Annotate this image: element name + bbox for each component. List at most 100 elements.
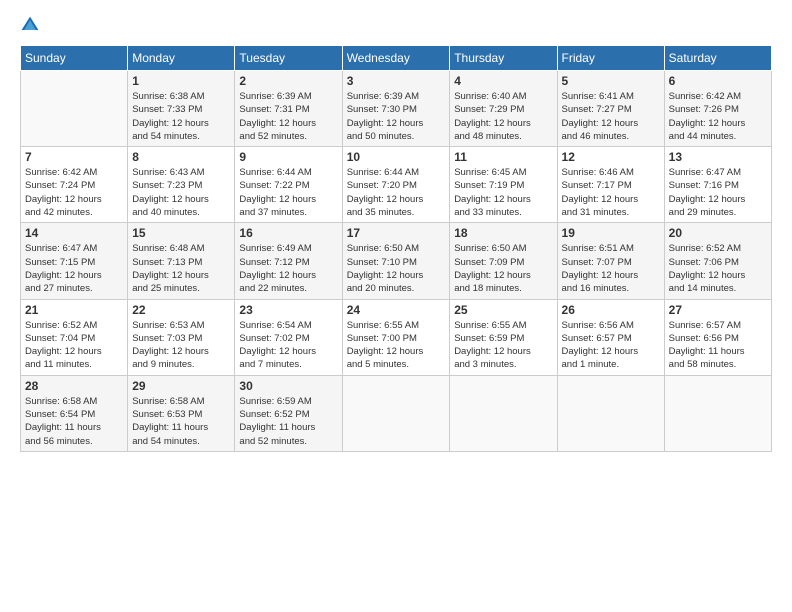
day-info: Sunrise: 6:52 AM Sunset: 7:06 PM Dayligh… — [669, 242, 767, 295]
day-cell: 14 Sunrise: 6:47 AM Sunset: 7:15 PM Dayli… — [21, 223, 128, 299]
day-cell: 3 Sunrise: 6:39 AM Sunset: 7:30 PM Daylig… — [342, 71, 450, 147]
day-number: 14 — [25, 226, 123, 240]
day-cell: 9 Sunrise: 6:44 AM Sunset: 7:22 PM Daylig… — [235, 147, 342, 223]
week-row-1: 1 Sunrise: 6:38 AM Sunset: 7:33 PM Daylig… — [21, 71, 772, 147]
day-info: Sunrise: 6:39 AM Sunset: 7:30 PM Dayligh… — [347, 90, 446, 143]
day-info: Sunrise: 6:49 AM Sunset: 7:12 PM Dayligh… — [239, 242, 337, 295]
calendar-table: SundayMondayTuesdayWednesdayThursdayFrid… — [20, 45, 772, 452]
day-info: Sunrise: 6:41 AM Sunset: 7:27 PM Dayligh… — [562, 90, 660, 143]
day-info: Sunrise: 6:38 AM Sunset: 7:33 PM Dayligh… — [132, 90, 230, 143]
page: SundayMondayTuesdayWednesdayThursdayFrid… — [0, 0, 792, 612]
day-cell: 8 Sunrise: 6:43 AM Sunset: 7:23 PM Daylig… — [128, 147, 235, 223]
day-info: Sunrise: 6:53 AM Sunset: 7:03 PM Dayligh… — [132, 319, 230, 372]
day-cell: 17 Sunrise: 6:50 AM Sunset: 7:10 PM Dayli… — [342, 223, 450, 299]
day-number: 1 — [132, 74, 230, 88]
day-info: Sunrise: 6:51 AM Sunset: 7:07 PM Dayligh… — [562, 242, 660, 295]
day-cell: 29Sunrise: 6:58 AM Sunset: 6:53 PM Dayli… — [128, 375, 235, 451]
day-cell — [342, 375, 450, 451]
day-info: Sunrise: 6:59 AM Sunset: 6:52 PM Dayligh… — [239, 395, 337, 448]
day-cell: 6 Sunrise: 6:42 AM Sunset: 7:26 PM Daylig… — [664, 71, 771, 147]
day-info: Sunrise: 6:44 AM Sunset: 7:22 PM Dayligh… — [239, 166, 337, 219]
day-number: 16 — [239, 226, 337, 240]
day-cell: 24 Sunrise: 6:55 AM Sunset: 7:00 PM Dayli… — [342, 299, 450, 375]
day-cell: 16 Sunrise: 6:49 AM Sunset: 7:12 PM Dayli… — [235, 223, 342, 299]
day-number: 20 — [669, 226, 767, 240]
day-number: 8 — [132, 150, 230, 164]
weekday-header-tuesday: Tuesday — [235, 46, 342, 71]
day-cell: 10 Sunrise: 6:44 AM Sunset: 7:20 PM Dayli… — [342, 147, 450, 223]
day-cell: 11 Sunrise: 6:45 AM Sunset: 7:19 PM Dayli… — [450, 147, 557, 223]
weekday-header-sunday: Sunday — [21, 46, 128, 71]
weekday-header-row: SundayMondayTuesdayWednesdayThursdayFrid… — [21, 46, 772, 71]
day-cell: 12 Sunrise: 6:46 AM Sunset: 7:17 PM Dayli… — [557, 147, 664, 223]
day-cell — [664, 375, 771, 451]
day-info: Sunrise: 6:42 AM Sunset: 7:24 PM Dayligh… — [25, 166, 123, 219]
day-number: 25 — [454, 303, 552, 317]
day-info: Sunrise: 6:58 AM Sunset: 6:54 PM Dayligh… — [25, 395, 123, 448]
week-row-3: 14 Sunrise: 6:47 AM Sunset: 7:15 PM Dayli… — [21, 223, 772, 299]
day-number: 24 — [347, 303, 446, 317]
logo-icon — [20, 15, 40, 35]
day-cell: 30 Sunrise: 6:59 AM Sunset: 6:52 PM Dayli… — [235, 375, 342, 451]
week-row-5: 28 Sunrise: 6:58 AM Sunset: 6:54 PM Dayli… — [21, 375, 772, 451]
day-info: Sunrise: 6:45 AM Sunset: 7:19 PM Dayligh… — [454, 166, 552, 219]
day-number: 28 — [25, 379, 123, 393]
day-number: 29 — [132, 379, 230, 393]
day-cell: 7Sunrise: 6:42 AM Sunset: 7:24 PM Daylig… — [21, 147, 128, 223]
day-number: 3 — [347, 74, 446, 88]
day-cell: 15 Sunrise: 6:48 AM Sunset: 7:13 PM Dayli… — [128, 223, 235, 299]
weekday-header-thursday: Thursday — [450, 46, 557, 71]
day-number: 11 — [454, 150, 552, 164]
logo — [20, 15, 44, 35]
day-cell: 28 Sunrise: 6:58 AM Sunset: 6:54 PM Dayli… — [21, 375, 128, 451]
header — [20, 15, 772, 35]
day-number: 12 — [562, 150, 660, 164]
day-number: 5 — [562, 74, 660, 88]
week-row-2: 7Sunrise: 6:42 AM Sunset: 7:24 PM Daylig… — [21, 147, 772, 223]
day-number: 18 — [454, 226, 552, 240]
day-info: Sunrise: 6:40 AM Sunset: 7:29 PM Dayligh… — [454, 90, 552, 143]
day-cell — [557, 375, 664, 451]
day-number: 10 — [347, 150, 446, 164]
day-cell: 4 Sunrise: 6:40 AM Sunset: 7:29 PM Daylig… — [450, 71, 557, 147]
day-cell: 2 Sunrise: 6:39 AM Sunset: 7:31 PM Daylig… — [235, 71, 342, 147]
day-number: 9 — [239, 150, 337, 164]
day-info: Sunrise: 6:47 AM Sunset: 7:15 PM Dayligh… — [25, 242, 123, 295]
day-info: Sunrise: 6:52 AM Sunset: 7:04 PM Dayligh… — [25, 319, 123, 372]
day-cell: 26Sunrise: 6:56 AM Sunset: 6:57 PM Dayli… — [557, 299, 664, 375]
day-info: Sunrise: 6:44 AM Sunset: 7:20 PM Dayligh… — [347, 166, 446, 219]
day-number: 30 — [239, 379, 337, 393]
day-info: Sunrise: 6:39 AM Sunset: 7:31 PM Dayligh… — [239, 90, 337, 143]
day-cell: 18 Sunrise: 6:50 AM Sunset: 7:09 PM Dayli… — [450, 223, 557, 299]
day-info: Sunrise: 6:55 AM Sunset: 6:59 PM Dayligh… — [454, 319, 552, 372]
day-info: Sunrise: 6:50 AM Sunset: 7:09 PM Dayligh… — [454, 242, 552, 295]
day-cell: 5 Sunrise: 6:41 AM Sunset: 7:27 PM Daylig… — [557, 71, 664, 147]
day-cell: 21 Sunrise: 6:52 AM Sunset: 7:04 PM Dayli… — [21, 299, 128, 375]
day-number: 4 — [454, 74, 552, 88]
day-info: Sunrise: 6:47 AM Sunset: 7:16 PM Dayligh… — [669, 166, 767, 219]
day-info: Sunrise: 6:43 AM Sunset: 7:23 PM Dayligh… — [132, 166, 230, 219]
day-cell: 22Sunrise: 6:53 AM Sunset: 7:03 PM Dayli… — [128, 299, 235, 375]
weekday-header-saturday: Saturday — [664, 46, 771, 71]
day-number: 15 — [132, 226, 230, 240]
day-info: Sunrise: 6:50 AM Sunset: 7:10 PM Dayligh… — [347, 242, 446, 295]
day-cell: 25 Sunrise: 6:55 AM Sunset: 6:59 PM Dayli… — [450, 299, 557, 375]
day-info: Sunrise: 6:42 AM Sunset: 7:26 PM Dayligh… — [669, 90, 767, 143]
day-cell — [21, 71, 128, 147]
day-info: Sunrise: 6:48 AM Sunset: 7:13 PM Dayligh… — [132, 242, 230, 295]
day-cell — [450, 375, 557, 451]
day-number: 23 — [239, 303, 337, 317]
day-number: 17 — [347, 226, 446, 240]
day-cell: 19Sunrise: 6:51 AM Sunset: 7:07 PM Dayli… — [557, 223, 664, 299]
day-number: 6 — [669, 74, 767, 88]
week-row-4: 21 Sunrise: 6:52 AM Sunset: 7:04 PM Dayli… — [21, 299, 772, 375]
day-info: Sunrise: 6:55 AM Sunset: 7:00 PM Dayligh… — [347, 319, 446, 372]
day-number: 26 — [562, 303, 660, 317]
day-info: Sunrise: 6:46 AM Sunset: 7:17 PM Dayligh… — [562, 166, 660, 219]
day-number: 21 — [25, 303, 123, 317]
day-number: 2 — [239, 74, 337, 88]
day-cell: 13 Sunrise: 6:47 AM Sunset: 7:16 PM Dayli… — [664, 147, 771, 223]
day-number: 13 — [669, 150, 767, 164]
day-cell: 23Sunrise: 6:54 AM Sunset: 7:02 PM Dayli… — [235, 299, 342, 375]
weekday-header-friday: Friday — [557, 46, 664, 71]
